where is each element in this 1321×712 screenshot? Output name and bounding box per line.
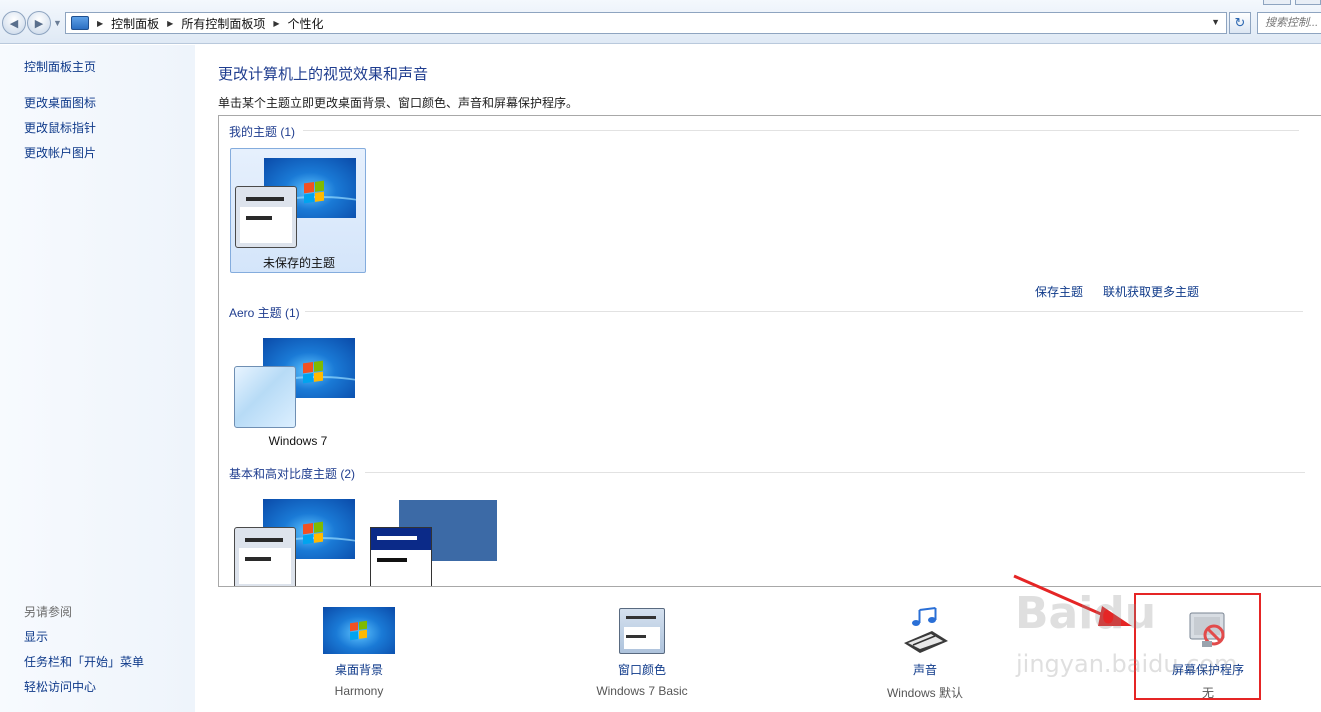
back-button[interactable]: ◀ xyxy=(2,11,26,35)
sounds-setting[interactable]: 声音 Windows 默认 xyxy=(835,607,1015,707)
desktop-background-label[interactable]: 桌面背景 xyxy=(269,661,449,678)
theme-list[interactable]: 我的主题 (1) 未保存的主题 保存主题 联机获取更多主题 Aero 主题 (1… xyxy=(218,115,1321,587)
window-color-icon xyxy=(619,608,665,654)
desktop-background-icon xyxy=(323,607,395,654)
sidebar-link-mouse-pointers[interactable]: 更改鼠标指针 xyxy=(24,119,96,136)
window-color-label[interactable]: 窗口颜色 xyxy=(552,661,732,678)
sounds-icon xyxy=(904,607,948,653)
window-color-preview xyxy=(235,186,297,248)
group-heading-basic: 基本和高对比度主题 (2) xyxy=(229,467,356,481)
chevron-right-icon[interactable]: ▶ xyxy=(167,19,173,28)
window-color-preview xyxy=(234,366,296,428)
back-arrow-icon: ◀ xyxy=(9,17,19,30)
window-color-value: Windows 7 Basic xyxy=(596,684,688,698)
windows-logo-icon xyxy=(303,360,323,384)
save-theme-link[interactable]: 保存主题 xyxy=(1035,283,1083,300)
windows-logo-icon xyxy=(303,521,323,545)
theme-tile-basic[interactable] xyxy=(230,490,366,586)
get-more-themes-link[interactable]: 联机获取更多主题 xyxy=(1103,283,1199,300)
sounds-label[interactable]: 声音 xyxy=(835,661,1015,678)
chevron-right-icon[interactable]: ▶ xyxy=(273,19,279,28)
watermark-logo: Baidu xyxy=(1015,588,1157,639)
address-toolbar: ◀ ▶ ▼ ▶ 控制面板 ▶ 所有控制面板项 ▶ 个性化 ▼ ↻ xyxy=(0,0,1321,44)
search-input[interactable] xyxy=(1257,12,1321,34)
sounds-value: Windows 默认 xyxy=(886,686,963,700)
refresh-button[interactable]: ↻ xyxy=(1229,12,1251,34)
maximize-button[interactable] xyxy=(1295,0,1321,5)
window-color-preview xyxy=(234,527,296,586)
breadcrumb-control-panel[interactable]: 控制面板 xyxy=(111,15,159,32)
group-heading-aero: Aero 主题 (1) xyxy=(229,306,300,320)
group-divider xyxy=(305,311,1303,312)
window-color-setting[interactable]: 窗口颜色 Windows 7 Basic xyxy=(552,607,732,707)
see-also-heading: 另请参阅 xyxy=(24,605,73,619)
desktop-background-value: Harmony xyxy=(334,684,384,698)
address-dropdown-icon[interactable]: ▼ xyxy=(1211,17,1220,27)
page-description: 单击某个主题立即更改桌面背景、窗口颜色、声音和屏幕保护程序。 xyxy=(218,96,579,110)
breadcrumb-all-items[interactable]: 所有控制面板项 xyxy=(181,15,265,32)
page-title: 更改计算机上的视觉效果和声音 xyxy=(218,66,429,83)
forward-arrow-icon: ▶ xyxy=(34,17,44,30)
window-color-preview xyxy=(370,527,432,586)
sidebar: 控制面板主页 更改桌面图标 更改鼠标指针 更改帐户图片 另请参阅 显示 任务栏和… xyxy=(0,45,195,712)
see-also-ease-of-access[interactable]: 轻松访问中心 xyxy=(24,678,96,695)
sidebar-link-desktop-icons[interactable]: 更改桌面图标 xyxy=(24,94,96,111)
theme-name: 未保存的主题 xyxy=(262,256,335,270)
watermark-url: jingyan.baidu.com xyxy=(1016,650,1238,678)
sidebar-link-account-picture[interactable]: 更改帐户图片 xyxy=(24,144,96,161)
control-panel-icon xyxy=(71,16,89,30)
theme-name: Windows 7 xyxy=(268,434,328,448)
group-divider xyxy=(303,130,1299,131)
recent-pages-dropdown-icon[interactable]: ▼ xyxy=(53,18,62,28)
group-heading-my-themes: 我的主题 (1) xyxy=(229,125,296,139)
theme-tile-high-contrast[interactable] xyxy=(366,490,502,586)
windows-logo-icon xyxy=(304,180,324,204)
see-also-taskbar-start[interactable]: 任务栏和「开始」菜单 xyxy=(24,653,144,670)
forward-button[interactable]: ▶ xyxy=(27,11,51,35)
chevron-right-icon[interactable]: ▶ xyxy=(97,19,103,28)
desktop-background-setting[interactable]: 桌面背景 Harmony xyxy=(269,607,449,707)
group-divider xyxy=(365,472,1305,473)
minimize-button[interactable] xyxy=(1263,0,1291,5)
theme-tile-windows7[interactable]: Windows 7 xyxy=(230,329,366,454)
sidebar-link-home[interactable]: 控制面板主页 xyxy=(24,58,96,75)
see-also-display[interactable]: 显示 xyxy=(24,628,48,645)
breadcrumb-personalization[interactable]: 个性化 xyxy=(288,15,324,32)
theme-tile-unsaved[interactable]: 未保存的主题 xyxy=(230,148,366,273)
refresh-icon: ↻ xyxy=(1234,15,1246,30)
address-bar[interactable]: ▶ 控制面板 ▶ 所有控制面板项 ▶ 个性化 ▼ xyxy=(65,12,1227,34)
